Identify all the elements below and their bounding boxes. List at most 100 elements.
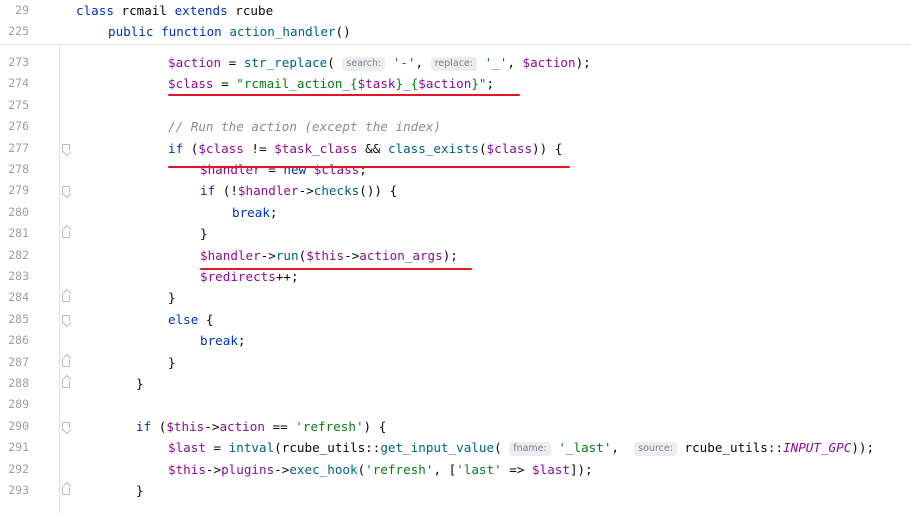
code-line[interactable]: 284} bbox=[0, 287, 911, 308]
parameter-hint: source: bbox=[634, 442, 677, 457]
string-token: '_' bbox=[484, 55, 508, 70]
line-number: 290 bbox=[8, 418, 29, 433]
constant-token: INPUT_GPC bbox=[783, 440, 852, 456]
variable-token: $action bbox=[418, 76, 472, 92]
string-token: '_last' bbox=[558, 440, 612, 456]
code-line[interactable]: 279 if (!$handler->checks()) { bbox=[0, 180, 911, 201]
code-line[interactable]: 286 break; bbox=[0, 330, 911, 351]
code-token: == bbox=[264, 418, 296, 434]
code-token: } bbox=[200, 226, 208, 242]
code-editor[interactable]: 29 class rcmail extends rcube 225 public… bbox=[0, 0, 911, 513]
line-number: 274 bbox=[8, 76, 29, 91]
code-text: } bbox=[136, 373, 144, 394]
code-line[interactable]: 287} bbox=[0, 352, 911, 373]
scope-line-class[interactable]: 29 class rcmail extends rcube bbox=[0, 0, 911, 21]
code-token: -> bbox=[344, 247, 360, 263]
code-token: } bbox=[168, 290, 176, 306]
code-line[interactable]: 275 bbox=[0, 95, 911, 116]
variable-token: $redirects bbox=[200, 269, 276, 284]
keyword-token: public function bbox=[108, 24, 230, 39]
fold-collapse-icon[interactable] bbox=[62, 379, 70, 388]
line-number: 225 bbox=[8, 24, 29, 38]
code-line[interactable]: 280 break; bbox=[0, 202, 911, 223]
fold-expand-icon[interactable] bbox=[62, 143, 70, 153]
scope-line-function[interactable]: 225 public function action_handler() bbox=[0, 21, 911, 42]
keyword-token: if bbox=[136, 418, 159, 434]
line-number: 280 bbox=[8, 204, 29, 219]
code-text: else { bbox=[168, 309, 214, 330]
code-line[interactable]: 278 $handler = new $class; bbox=[0, 159, 911, 180]
code-line[interactable]: 274 $class = "rcmail_action_{$task}_{$act… bbox=[0, 73, 911, 94]
function-token: checks bbox=[313, 183, 360, 199]
variable-token: $class bbox=[168, 76, 214, 92]
line-number: 29 bbox=[15, 3, 29, 17]
code-line[interactable]: 293} bbox=[0, 480, 911, 501]
code-line[interactable]: 289 bbox=[0, 394, 911, 415]
parameter-hint: fname: bbox=[509, 442, 551, 457]
annotation-underline-class-assign bbox=[168, 94, 520, 96]
code-line[interactable]: 282 $handler->run($this->action_args); bbox=[0, 245, 911, 266]
code-line[interactable]: 288} bbox=[0, 373, 911, 394]
line-number: 282 bbox=[8, 247, 29, 262]
code-token: != bbox=[243, 140, 275, 156]
string-token: }_{ bbox=[395, 76, 419, 92]
code-line[interactable]: 281} bbox=[0, 223, 911, 244]
parameter-hint: replace: bbox=[430, 57, 477, 71]
code-token: ) { bbox=[363, 418, 387, 434]
fold-collapse-icon[interactable] bbox=[62, 486, 70, 495]
keyword-token: if bbox=[168, 140, 191, 156]
code-line[interactable]: 277 if ($class != $task_class && class_ex… bbox=[0, 138, 911, 159]
variable-token: action_args bbox=[359, 247, 443, 263]
code-text: } bbox=[136, 480, 144, 501]
line-number: 287 bbox=[8, 354, 29, 369]
sticky-scope-header[interactable]: 29 class rcmail extends rcube 225 public… bbox=[0, 0, 911, 45]
code-token: )) { bbox=[532, 140, 563, 156]
code-token: ]); bbox=[569, 461, 593, 477]
code-line[interactable]: 290 if ($this->action == 'refresh') { bbox=[0, 416, 911, 437]
fold-expand-icon[interactable] bbox=[62, 421, 70, 431]
code-text: $handler = new $class; bbox=[200, 159, 367, 180]
code-text: } bbox=[168, 352, 176, 373]
variable-token: $last bbox=[168, 440, 206, 456]
code-text: // Run the action (except the index) bbox=[168, 116, 441, 137]
code-token: -> bbox=[205, 461, 222, 477]
code-token: = bbox=[213, 76, 237, 92]
code-token: ( bbox=[478, 140, 487, 156]
code-line[interactable]: 285 else { bbox=[0, 309, 911, 330]
code-line[interactable]: 276 // Run the action (except the index) bbox=[0, 116, 911, 137]
code-token: = bbox=[205, 440, 229, 456]
code-line[interactable]: 292 $this->plugins->exec_hook('refresh', … bbox=[0, 459, 911, 480]
code-token: rcube bbox=[235, 3, 274, 18]
string-token: }" bbox=[471, 76, 487, 92]
keyword-token: else bbox=[168, 311, 206, 327]
code-text: if ($class != $task_class && class_exist… bbox=[168, 138, 562, 159]
variable-token: $handler bbox=[200, 162, 261, 177]
code-token: , bbox=[415, 55, 431, 70]
line-number: 291 bbox=[8, 440, 29, 455]
code-token: ; bbox=[359, 162, 367, 177]
line-number: 281 bbox=[8, 226, 29, 241]
code-token: ( bbox=[327, 55, 343, 70]
code-text: $handler->run($this->action_args); bbox=[200, 245, 458, 266]
fold-expand-icon[interactable] bbox=[62, 186, 70, 196]
code-line[interactable]: 273 $action = str_replace( search: '-', r… bbox=[0, 52, 911, 73]
fold-expand-icon[interactable] bbox=[62, 314, 70, 324]
code-token: -> bbox=[204, 418, 220, 434]
fold-collapse-icon[interactable] bbox=[62, 357, 70, 367]
function-token: action_handler bbox=[229, 24, 336, 39]
code-text: class rcmail extends rcube bbox=[76, 0, 273, 21]
code-token: ; bbox=[237, 333, 246, 349]
code-text: } bbox=[168, 287, 176, 308]
function-token: get_input_value bbox=[380, 440, 495, 456]
fold-collapse-icon[interactable] bbox=[62, 293, 70, 303]
code-token: ); bbox=[442, 247, 458, 263]
string-token: 'refresh' bbox=[295, 418, 364, 434]
line-number: 277 bbox=[8, 140, 29, 155]
line-number: 276 bbox=[8, 119, 29, 134]
comment-token: // Run the action (except the index) bbox=[168, 119, 441, 135]
code-line[interactable]: 291 $last = intval(rcube_utils::get_input… bbox=[0, 437, 911, 458]
fold-collapse-icon[interactable] bbox=[62, 229, 70, 239]
function-token: intval bbox=[228, 440, 275, 456]
code-text: $last = intval(rcube_utils::get_input_va… bbox=[168, 437, 874, 458]
